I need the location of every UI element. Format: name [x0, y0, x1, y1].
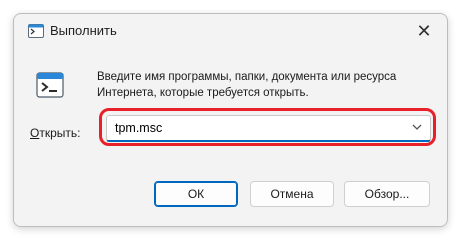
cancel-button[interactable]: Отмена	[250, 181, 334, 207]
run-app-icon	[28, 24, 44, 38]
run-dialog: Выполнить ✕ Введите имя программы, папки…	[13, 13, 448, 227]
chevron-down-icon[interactable]	[410, 120, 424, 134]
title-bar: Выполнить ✕	[14, 14, 447, 48]
description-line-2: Интернета, которые требуется открыть.	[97, 87, 309, 99]
ok-button[interactable]: ОК	[154, 181, 238, 207]
description-line-1: Введите имя программы, папки, документа …	[97, 71, 397, 83]
close-icon: ✕	[416, 20, 432, 41]
close-button[interactable]: ✕	[401, 14, 447, 48]
open-label-text: ткрыть:	[39, 126, 81, 140]
window-title: Выполнить	[50, 23, 117, 38]
open-input[interactable]: tpm.msc	[115, 121, 162, 135]
open-label: Открыть:	[30, 126, 80, 140]
run-icon	[36, 72, 64, 98]
description: Введите имя программы, папки, документа …	[97, 69, 437, 101]
open-label-accesskey: О	[30, 126, 40, 140]
browse-button[interactable]: Обзор...	[344, 181, 430, 207]
open-combobox[interactable]: tpm.msc	[106, 115, 431, 142]
